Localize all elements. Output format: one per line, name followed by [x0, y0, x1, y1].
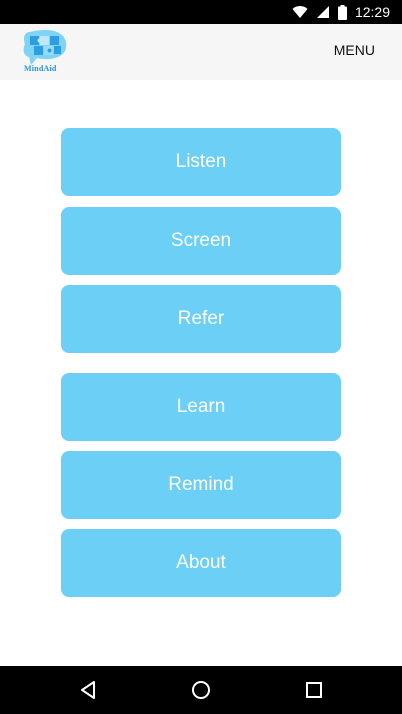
- status-time: 12:29: [354, 4, 390, 20]
- menu-button[interactable]: MENU: [334, 42, 375, 58]
- logo-text: MindAid: [24, 64, 57, 73]
- wifi-icon: [292, 6, 308, 19]
- listen-button[interactable]: Listen: [61, 128, 341, 196]
- home-icon[interactable]: [189, 678, 213, 702]
- status-bar: 12:29: [0, 0, 402, 24]
- recents-icon[interactable]: [302, 678, 326, 702]
- about-button[interactable]: About: [61, 529, 341, 597]
- remind-button[interactable]: Remind: [61, 451, 341, 519]
- navigation-bar: [0, 666, 402, 714]
- learn-button[interactable]: Learn: [61, 373, 341, 441]
- back-icon[interactable]: [77, 678, 101, 702]
- status-icons: 12:29: [292, 0, 390, 24]
- battery-icon: [337, 4, 347, 20]
- signal-icon: [316, 6, 329, 18]
- screen-button[interactable]: Screen: [61, 207, 341, 275]
- refer-button[interactable]: Refer: [61, 285, 341, 353]
